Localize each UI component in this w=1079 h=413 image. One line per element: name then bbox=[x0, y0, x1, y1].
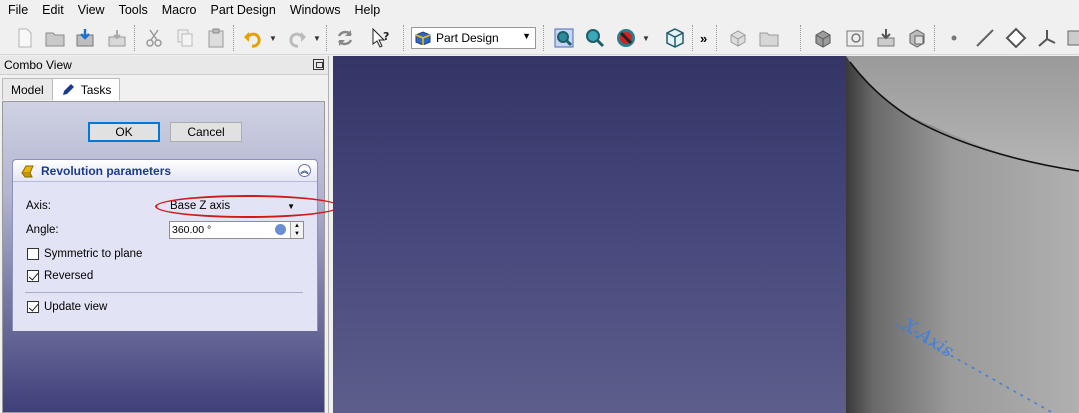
shape-binder-icon[interactable] bbox=[904, 25, 930, 51]
save-as-icon[interactable] bbox=[104, 25, 130, 51]
update-view-checkbox[interactable] bbox=[27, 301, 39, 313]
symmetric-label: Symmetric to plane bbox=[44, 248, 143, 260]
cancel-button-label: Cancel bbox=[187, 125, 225, 139]
undo-icon[interactable] bbox=[240, 25, 266, 51]
create-part-folder-icon[interactable] bbox=[756, 25, 782, 51]
tab-model[interactable]: Model bbox=[2, 78, 53, 100]
3d-viewport[interactable]: X-Axis bbox=[333, 56, 1079, 413]
workbench-selected-label: Part Design bbox=[436, 31, 499, 45]
draw-style-icon[interactable] bbox=[613, 25, 639, 51]
menu-view[interactable]: View bbox=[71, 0, 112, 21]
combo-view-panel: Combo View Model Tasks OK Cancel Revolut… bbox=[0, 56, 340, 413]
undock-icon[interactable] bbox=[313, 59, 324, 70]
symmetric-checkbox[interactable] bbox=[27, 248, 39, 260]
create-body-gray-icon[interactable] bbox=[810, 25, 836, 51]
expression-icon[interactable] bbox=[275, 224, 286, 235]
pencil-icon bbox=[62, 83, 74, 95]
fit-all-icon[interactable] bbox=[551, 25, 577, 51]
model-render: X-Axis bbox=[846, 56, 1079, 413]
create-body-icon[interactable] bbox=[725, 25, 751, 51]
standard-views-cube-icon[interactable] bbox=[662, 25, 688, 51]
chevron-down-icon: ▼ bbox=[522, 31, 531, 41]
toolbar-separator bbox=[233, 25, 235, 51]
datum-line-icon[interactable] bbox=[972, 25, 998, 51]
tab-tasks[interactable]: Tasks bbox=[51, 78, 121, 101]
local-coordinate-system-icon[interactable] bbox=[1034, 25, 1060, 51]
menu-help[interactable]: Help bbox=[348, 0, 388, 21]
divider bbox=[25, 292, 303, 293]
open-folder-icon[interactable] bbox=[42, 25, 68, 51]
update-view-label: Update view bbox=[44, 301, 108, 313]
paste-icon[interactable] bbox=[203, 25, 229, 51]
new-document-icon[interactable] bbox=[12, 25, 38, 51]
toolbar-separator bbox=[934, 25, 936, 51]
toolbar-separator bbox=[800, 25, 802, 51]
undo-dropdown-icon[interactable]: ▼ bbox=[268, 25, 278, 51]
angle-spinner[interactable]: ▲ ▼ bbox=[290, 222, 303, 238]
refresh-icon[interactable] bbox=[332, 25, 358, 51]
tab-model-label: Model bbox=[11, 82, 44, 97]
menu-tools[interactable]: Tools bbox=[112, 0, 155, 21]
reversed-checkbox[interactable] bbox=[27, 270, 39, 282]
menu-edit[interactable]: Edit bbox=[35, 0, 71, 21]
cut-icon[interactable] bbox=[141, 25, 167, 51]
revolution-parameters-title: Revolution parameters bbox=[41, 163, 172, 178]
angle-input[interactable]: 360.00 ° ▲ ▼ bbox=[169, 221, 304, 239]
workbench-selector[interactable]: Part Design ▼ bbox=[411, 27, 536, 49]
redo-icon[interactable] bbox=[284, 25, 310, 51]
ok-button-label: OK bbox=[115, 125, 133, 139]
whats-this-icon[interactable]: ? bbox=[368, 25, 394, 51]
menu-part-design[interactable]: Part Design bbox=[204, 0, 283, 21]
reversed-label: Reversed bbox=[44, 270, 94, 282]
import-shape-icon[interactable] bbox=[873, 25, 899, 51]
combo-view-title: Combo View bbox=[4, 58, 72, 72]
ok-button[interactable]: OK bbox=[88, 122, 160, 142]
combo-view-title-bar: Combo View bbox=[0, 56, 328, 75]
menu-file[interactable]: File bbox=[1, 0, 35, 21]
revolution-parameters-panel: Revolution parameters ︽ Axis: Base Z axi… bbox=[12, 159, 340, 331]
fit-selection-icon[interactable] bbox=[582, 25, 608, 51]
svg-text:?: ? bbox=[383, 30, 389, 43]
redo-dropdown-icon[interactable]: ▼ bbox=[312, 25, 322, 51]
toolbar-separator bbox=[692, 25, 694, 51]
angle-label: Angle: bbox=[26, 224, 59, 236]
additive-pad-icon[interactable] bbox=[1062, 25, 1079, 51]
sketch-on-face-icon[interactable] bbox=[842, 25, 868, 51]
menu-windows[interactable]: Windows bbox=[283, 0, 348, 21]
task-panel: OK Cancel Revolution parameters ︽ Axis: … bbox=[2, 101, 340, 413]
save-icon[interactable] bbox=[72, 25, 98, 51]
menu-bar: File Edit View Tools Macro Part Design W… bbox=[0, 0, 1079, 21]
menu-macro[interactable]: Macro bbox=[155, 0, 204, 21]
angle-input-value: 360.00 ° bbox=[172, 224, 212, 236]
tab-tasks-label: Tasks bbox=[80, 82, 112, 97]
datum-plane-icon[interactable] bbox=[1003, 25, 1029, 51]
revolution-parameters-header: Revolution parameters ︽ bbox=[13, 160, 317, 182]
axis-highlight-annotation bbox=[155, 195, 340, 218]
toolbar-separator bbox=[543, 25, 545, 51]
main-toolbar: ▼ ▼ ? Part Design ▼ ▼ » bbox=[0, 21, 1079, 55]
toolbar-separator bbox=[716, 25, 718, 51]
revolution-icon bbox=[21, 165, 34, 177]
combo-view-tabs: Model Tasks bbox=[2, 78, 121, 101]
toolbar-separator bbox=[326, 25, 328, 51]
toolbar-separator bbox=[134, 25, 136, 51]
axis-label: Axis: bbox=[26, 200, 51, 212]
copy-icon[interactable] bbox=[172, 25, 198, 51]
toolbar-overflow-icon[interactable]: » bbox=[700, 31, 707, 46]
datum-point-icon[interactable] bbox=[941, 25, 967, 51]
part-design-workbench-icon bbox=[415, 31, 431, 45]
draw-style-dropdown-icon[interactable]: ▼ bbox=[641, 25, 651, 51]
toolbar-separator bbox=[403, 25, 405, 51]
collapse-icon[interactable]: ︽ bbox=[298, 164, 311, 177]
cancel-button[interactable]: Cancel bbox=[170, 122, 242, 142]
revolution-parameters-body: Axis: Base Z axis ▼ Angle: 360.00 ° ▲ ▼ S… bbox=[13, 182, 340, 331]
